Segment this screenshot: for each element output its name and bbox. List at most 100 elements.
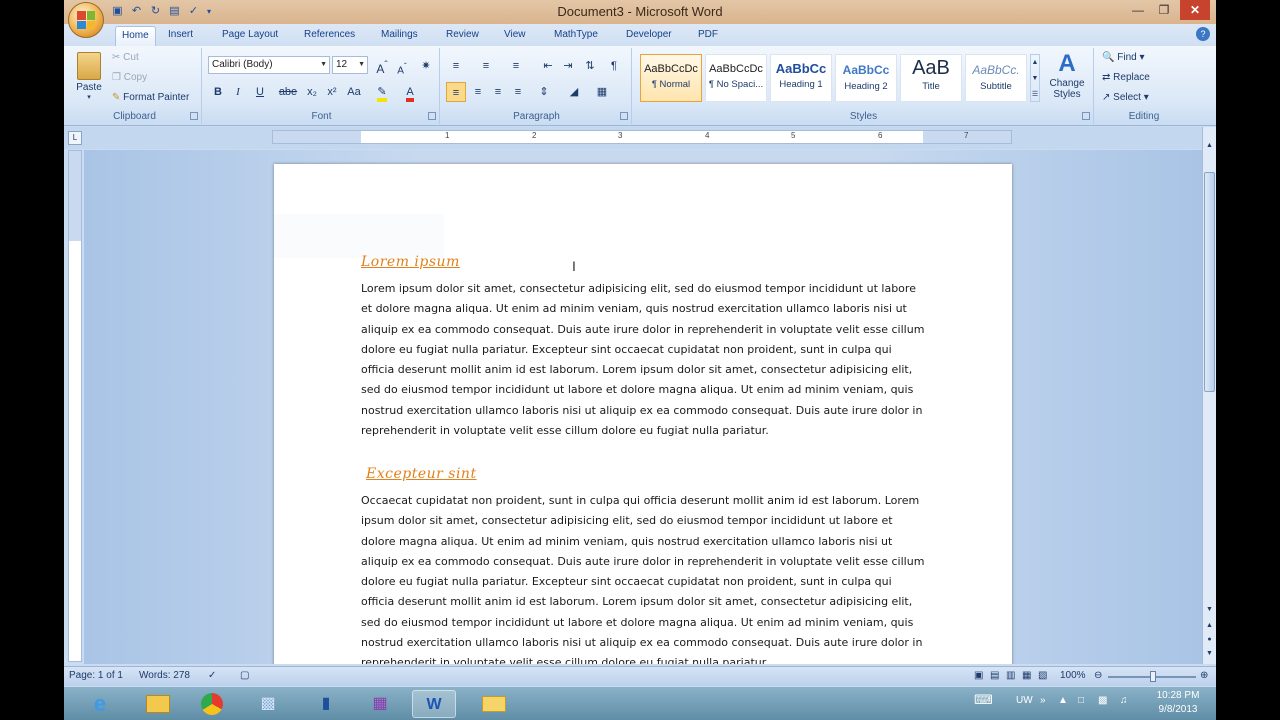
- decrease-indent-icon[interactable]: ⇤: [538, 56, 558, 76]
- input-language[interactable]: UW: [1016, 695, 1033, 706]
- tab-page-layout[interactable]: Page Layout: [216, 26, 284, 46]
- document-heading[interactable]: Excepteur sint: [366, 466, 477, 482]
- onenote-icon[interactable]: ▦: [358, 690, 402, 718]
- select-button[interactable]: ↗ Select ▾: [1102, 92, 1149, 103]
- style-normal[interactable]: AaBbCcDc ¶ Normal: [640, 54, 702, 102]
- print-layout-icon[interactable]: ▣: [974, 670, 983, 681]
- zoom-level[interactable]: 100%: [1060, 670, 1086, 681]
- shading-icon[interactable]: ◢: [564, 82, 584, 102]
- tab-insert[interactable]: Insert: [162, 26, 199, 46]
- dialog-launcher-icon[interactable]: [620, 112, 628, 120]
- office-button[interactable]: [68, 2, 104, 38]
- style-subtitle[interactable]: AaBbCc. Subtitle: [965, 54, 1027, 102]
- strikethrough-button[interactable]: abe: [278, 82, 298, 102]
- customize-qat-icon[interactable]: ▾: [205, 4, 213, 19]
- numbering-icon[interactable]: ≡: [476, 56, 496, 76]
- change-styles-button[interactable]: A Change Styles: [1044, 50, 1090, 100]
- tab-view[interactable]: View: [498, 26, 532, 46]
- change-case-button[interactable]: Aa: [344, 82, 364, 102]
- style-title[interactable]: AaB Title: [900, 54, 962, 102]
- justify-icon[interactable]: ≡: [508, 82, 528, 102]
- horizontal-ruler[interactable]: 1 2 3 4 5 6 7: [272, 130, 1012, 144]
- web-layout-icon[interactable]: ▥: [1006, 670, 1015, 681]
- minimize-button[interactable]: —: [1126, 0, 1150, 20]
- spelling-icon[interactable]: ✓: [186, 4, 201, 19]
- tab-review[interactable]: Review: [440, 26, 485, 46]
- previous-page-icon[interactable]: ▲: [1204, 621, 1215, 631]
- style-heading-2[interactable]: AaBbCc Heading 2: [835, 54, 897, 102]
- styles-scroll[interactable]: ▲ ▼ ☰: [1030, 54, 1040, 102]
- font-size-select[interactable]: 12 ▼: [332, 56, 368, 74]
- sort-icon[interactable]: ⇅: [580, 56, 600, 76]
- increase-indent-icon[interactable]: ⇥: [558, 56, 578, 76]
- show-formatting-icon[interactable]: ¶: [604, 56, 624, 76]
- dialog-launcher-icon[interactable]: [428, 112, 436, 120]
- zoom-out-icon[interactable]: ⊖: [1094, 670, 1102, 681]
- multilevel-list-icon[interactable]: ≡: [506, 56, 526, 76]
- tab-selector[interactable]: L: [68, 131, 82, 145]
- align-left-icon[interactable]: ≡: [446, 82, 466, 102]
- format-painter-button[interactable]: ✎ Format Painter: [112, 92, 189, 103]
- page-count[interactable]: Page: 1 of 1: [69, 670, 123, 681]
- paste-button[interactable]: Paste ▾: [72, 50, 106, 102]
- tab-mathtype[interactable]: MathType: [548, 26, 604, 46]
- restore-button[interactable]: ❐: [1152, 0, 1176, 20]
- show-hidden-icons-icon[interactable]: ▲: [1058, 695, 1068, 706]
- chrome-icon[interactable]: [190, 690, 234, 718]
- tab-home[interactable]: Home: [115, 26, 156, 46]
- borders-icon[interactable]: ▦: [592, 82, 612, 102]
- outline-icon[interactable]: ▦: [1022, 670, 1031, 681]
- full-screen-reading-icon[interactable]: ▤: [990, 670, 999, 681]
- document-paragraph[interactable]: Occaecat cupidatat non proident, sunt in…: [361, 491, 927, 664]
- find-button[interactable]: 🔍 Find ▾: [1102, 52, 1145, 63]
- internet-explorer-icon[interactable]: e: [78, 690, 122, 718]
- bold-button[interactable]: B: [208, 82, 228, 102]
- font-family-select[interactable]: Calibri (Body) ▼: [208, 56, 330, 74]
- word-count[interactable]: Words: 278: [139, 670, 190, 681]
- line-spacing-icon[interactable]: ⇕: [534, 82, 554, 102]
- tray-app-icon[interactable]: □: [1078, 695, 1084, 706]
- help-icon[interactable]: ?: [1196, 27, 1210, 41]
- next-page-icon[interactable]: ▼: [1204, 649, 1215, 659]
- file-explorer-icon[interactable]: [136, 690, 180, 718]
- app-icon[interactable]: ▮: [304, 690, 348, 718]
- proofing-icon[interactable]: ✓: [208, 670, 216, 681]
- save-icon[interactable]: ▣: [110, 4, 125, 19]
- superscript-button[interactable]: x²: [322, 82, 342, 102]
- volume-icon[interactable]: ♫: [1120, 695, 1128, 706]
- keyboard-icon[interactable]: ⌨: [974, 692, 993, 708]
- document-page[interactable]: Lorem ipsum I Lorem ipsum dolor sit amet…: [274, 164, 1012, 664]
- dialog-launcher-icon[interactable]: [190, 112, 198, 120]
- font-color-icon[interactable]: A: [400, 82, 420, 102]
- vertical-ruler[interactable]: [68, 150, 82, 662]
- redo-icon[interactable]: ↻: [148, 4, 163, 19]
- word-icon[interactable]: W: [412, 690, 456, 718]
- folder-icon[interactable]: [472, 690, 516, 718]
- document-area[interactable]: Lorem ipsum I Lorem ipsum dolor sit amet…: [84, 150, 1202, 664]
- dialog-launcher-icon[interactable]: [1082, 112, 1090, 120]
- cut-button[interactable]: ✂ Cut: [112, 52, 139, 63]
- bullets-icon[interactable]: ≡: [446, 56, 466, 76]
- system-clock[interactable]: 10:28 PM 9/8/2013: [1148, 689, 1208, 717]
- italic-button[interactable]: I: [228, 82, 248, 102]
- zoom-slider-thumb[interactable]: [1150, 671, 1156, 682]
- scroll-up-icon[interactable]: ▲: [1204, 141, 1215, 151]
- undo-icon[interactable]: ↶: [129, 4, 144, 19]
- style-heading-1[interactable]: AaBbCc Heading 1: [770, 54, 832, 102]
- scroll-down-icon[interactable]: ▼: [1204, 605, 1215, 615]
- tab-mailings[interactable]: Mailings: [375, 26, 424, 46]
- replace-button[interactable]: ⇄ Replace: [1102, 72, 1150, 83]
- macro-record-icon[interactable]: ▢: [240, 670, 249, 681]
- grow-font-button[interactable]: Aˆ: [372, 56, 392, 76]
- document-paragraph[interactable]: Lorem ipsum dolor sit amet, consectetur …: [361, 279, 927, 441]
- print-preview-icon[interactable]: ▤: [167, 4, 182, 19]
- shrink-font-button[interactable]: Aˇ: [392, 56, 412, 76]
- scrollbar-thumb[interactable]: [1204, 172, 1215, 392]
- tab-developer[interactable]: Developer: [620, 26, 678, 46]
- document-heading[interactable]: Lorem ipsum: [361, 254, 460, 270]
- style-no-spacing[interactable]: AaBbCcDc ¶ No Spaci...: [705, 54, 767, 102]
- tab-pdf[interactable]: PDF: [692, 26, 724, 46]
- copy-button[interactable]: ❐ Copy: [112, 72, 147, 83]
- network-icon[interactable]: ▩: [1098, 695, 1107, 706]
- align-right-icon[interactable]: ≡: [488, 82, 508, 102]
